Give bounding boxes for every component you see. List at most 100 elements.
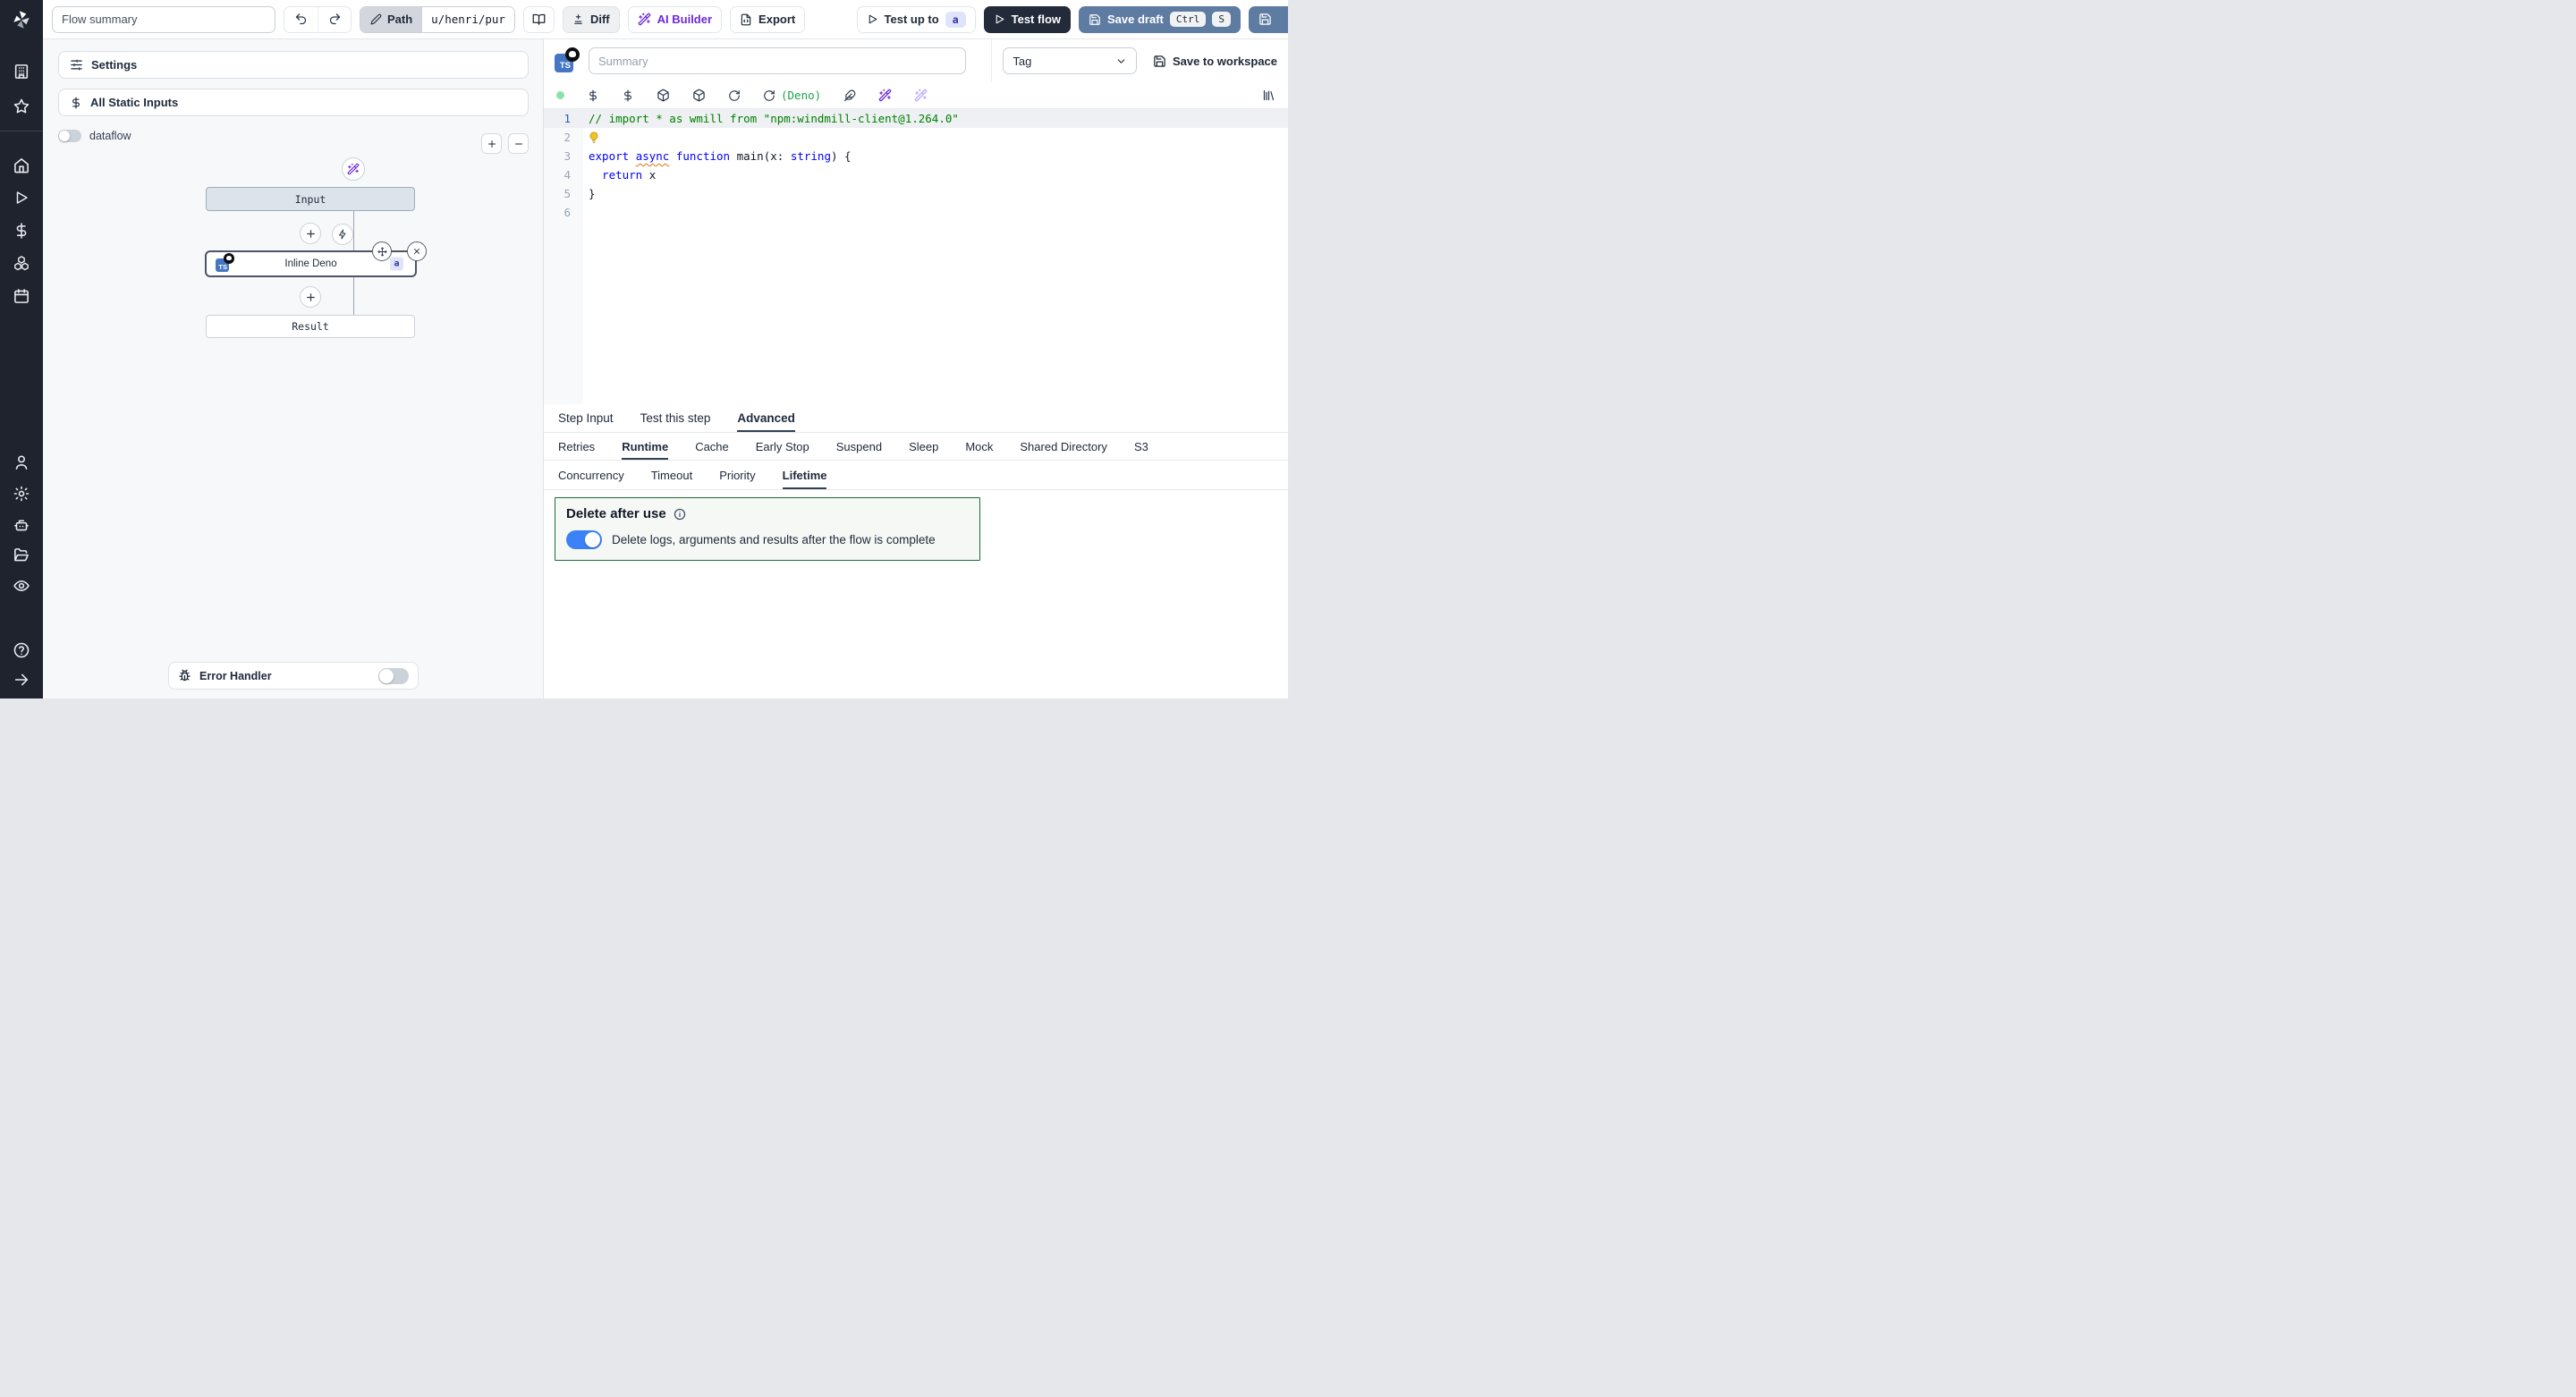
tab-sleep[interactable]: Sleep bbox=[909, 433, 938, 460]
tab-retries[interactable]: Retries bbox=[558, 433, 595, 460]
code-line[interactable]: 5 } bbox=[544, 184, 1288, 203]
code-line[interactable]: 2 bbox=[544, 128, 1288, 147]
deno-logo-icon bbox=[565, 47, 580, 62]
package-icon[interactable] bbox=[657, 89, 670, 102]
folders-icon[interactable] bbox=[13, 547, 30, 564]
path-value: u/henri/pur bbox=[422, 7, 514, 32]
ai-flow-builder-node[interactable] bbox=[342, 157, 365, 181]
code-line[interactable]: 3 export async function main(x: string) … bbox=[544, 147, 1288, 165]
tab-advanced[interactable]: Advanced bbox=[737, 404, 795, 432]
deno-logo-icon bbox=[224, 253, 234, 264]
runs-play-icon[interactable] bbox=[13, 190, 30, 206]
schedules-calendar-icon[interactable] bbox=[13, 288, 30, 305]
format-feather-icon[interactable] bbox=[843, 89, 856, 102]
tab-suspend[interactable]: Suspend bbox=[836, 433, 882, 460]
header-divider bbox=[991, 39, 992, 82]
tab-timeout[interactable]: Timeout bbox=[651, 461, 692, 489]
tab-s3[interactable]: S3 bbox=[1134, 433, 1148, 460]
undo-button[interactable] bbox=[284, 7, 318, 32]
tab-mock[interactable]: Mock bbox=[965, 433, 993, 460]
save-draft-button[interactable]: Save draftCtrlS bbox=[1079, 6, 1241, 33]
test-flow-button[interactable]: Test flow bbox=[984, 6, 1071, 33]
flow-node-input[interactable]: Input bbox=[206, 187, 415, 211]
dataflow-toggle[interactable] bbox=[58, 130, 81, 142]
tag-select[interactable]: Tag bbox=[1003, 47, 1137, 74]
tab-cache[interactable]: Cache bbox=[695, 433, 729, 460]
tab-concurrency[interactable]: Concurrency bbox=[558, 461, 624, 489]
favorites-star-icon[interactable] bbox=[13, 98, 30, 115]
graph-zoom-controls bbox=[481, 133, 529, 154]
ai-assist-wand-icon[interactable] bbox=[878, 89, 892, 102]
docs-button[interactable] bbox=[523, 6, 555, 33]
add-step-button-top[interactable] bbox=[300, 223, 321, 244]
result-node-label: Result bbox=[292, 320, 329, 333]
help-icon[interactable] bbox=[13, 642, 30, 659]
runtime-tabs: Concurrency Timeout Priority Lifetime bbox=[544, 461, 1288, 490]
ai-fix-wand-icon[interactable] bbox=[914, 89, 928, 102]
code-line[interactable]: 4 return x bbox=[544, 165, 1288, 184]
delete-step-button[interactable] bbox=[407, 241, 427, 261]
test-up-to-button[interactable]: Test up toa bbox=[857, 6, 976, 33]
code-line[interactable]: 1 // import * as wmill from "npm:windmil… bbox=[544, 109, 1288, 128]
save-to-workspace-button[interactable]: Save to workspace bbox=[1153, 55, 1277, 68]
dataflow-label: dataflow bbox=[89, 130, 131, 142]
add-trigger-bolt-button[interactable] bbox=[332, 224, 353, 245]
add-step-button-bottom[interactable] bbox=[300, 286, 321, 308]
move-step-handle[interactable] bbox=[372, 241, 392, 261]
step-summary-input[interactable] bbox=[589, 47, 966, 74]
code-editor[interactable]: 1 // import * as wmill from "npm:windmil… bbox=[544, 109, 1288, 404]
flow-node-result[interactable]: Result bbox=[206, 315, 415, 338]
tab-lifetime[interactable]: Lifetime bbox=[783, 461, 827, 489]
deno-runtime-label: (Deno) bbox=[781, 89, 821, 102]
diff-button[interactable]: Diff bbox=[563, 6, 620, 33]
tab-test-this-step[interactable]: Test this step bbox=[640, 404, 711, 432]
all-static-inputs-card[interactable]: All Static Inputs bbox=[58, 89, 529, 116]
flow-summary-input[interactable] bbox=[52, 6, 275, 33]
main-column: Path u/henri/pur Diff AI Builder Export … bbox=[43, 0, 1288, 698]
step-node-label: Inline Deno bbox=[284, 258, 336, 269]
expand-arrow-icon[interactable] bbox=[13, 672, 30, 689]
undo-redo-group bbox=[284, 6, 352, 33]
wand-sparkles-icon bbox=[638, 13, 651, 26]
tab-early-stop[interactable]: Early Stop bbox=[756, 433, 809, 460]
ai-builder-button[interactable]: AI Builder bbox=[628, 6, 722, 33]
resource-picker-icon[interactable] bbox=[622, 89, 634, 102]
tab-runtime[interactable]: Runtime bbox=[622, 433, 668, 460]
variable-picker-icon[interactable] bbox=[587, 89, 599, 102]
deploy-button[interactable] bbox=[1249, 6, 1288, 33]
home-icon[interactable] bbox=[13, 157, 30, 174]
audit-eye-icon[interactable] bbox=[13, 578, 30, 595]
export-button[interactable]: Export bbox=[730, 6, 805, 33]
package-icon[interactable] bbox=[692, 89, 706, 102]
delete-after-use-toggle[interactable] bbox=[566, 530, 602, 549]
flow-node-inline-deno[interactable]: TS Inline Deno a bbox=[205, 250, 417, 277]
code-line[interactable]: 6 bbox=[544, 203, 1288, 222]
tab-shared-directory[interactable]: Shared Directory bbox=[1020, 433, 1107, 460]
redo-button[interactable] bbox=[318, 7, 351, 32]
workspace-icon[interactable] bbox=[13, 64, 30, 80]
tab-step-input[interactable]: Step Input bbox=[558, 404, 614, 432]
lightbulb-icon[interactable] bbox=[589, 131, 599, 144]
info-icon[interactable] bbox=[674, 508, 686, 521]
zoom-in-button[interactable] bbox=[481, 133, 502, 154]
error-handler-card[interactable]: Error Handler bbox=[168, 662, 419, 690]
reload-deno-icon[interactable] bbox=[763, 89, 775, 102]
path-button[interactable]: Path u/henri/pur bbox=[360, 6, 515, 33]
zoom-out-button[interactable] bbox=[508, 133, 529, 154]
user-icon[interactable] bbox=[13, 454, 30, 471]
windmill-flow-editor: Path u/henri/pur Diff AI Builder Export … bbox=[0, 0, 1288, 698]
settings-gear-icon[interactable] bbox=[13, 486, 30, 503]
reload-icon[interactable] bbox=[728, 89, 741, 102]
edge-input-step bbox=[353, 211, 354, 250]
tab-priority[interactable]: Priority bbox=[719, 461, 755, 489]
settings-card[interactable]: Settings bbox=[58, 51, 529, 79]
variables-dollar-icon[interactable] bbox=[13, 223, 30, 240]
editor-toolbar: (Deno) bbox=[544, 82, 1288, 109]
error-handler-toggle[interactable] bbox=[378, 668, 409, 684]
library-icon[interactable] bbox=[1262, 89, 1275, 102]
file-export-icon bbox=[740, 13, 752, 26]
delete-after-use-title: Delete after use bbox=[566, 506, 666, 521]
resources-boxes-icon[interactable] bbox=[13, 255, 30, 272]
workers-robot-icon[interactable] bbox=[13, 517, 30, 534]
windmill-logo-icon[interactable] bbox=[10, 8, 33, 31]
